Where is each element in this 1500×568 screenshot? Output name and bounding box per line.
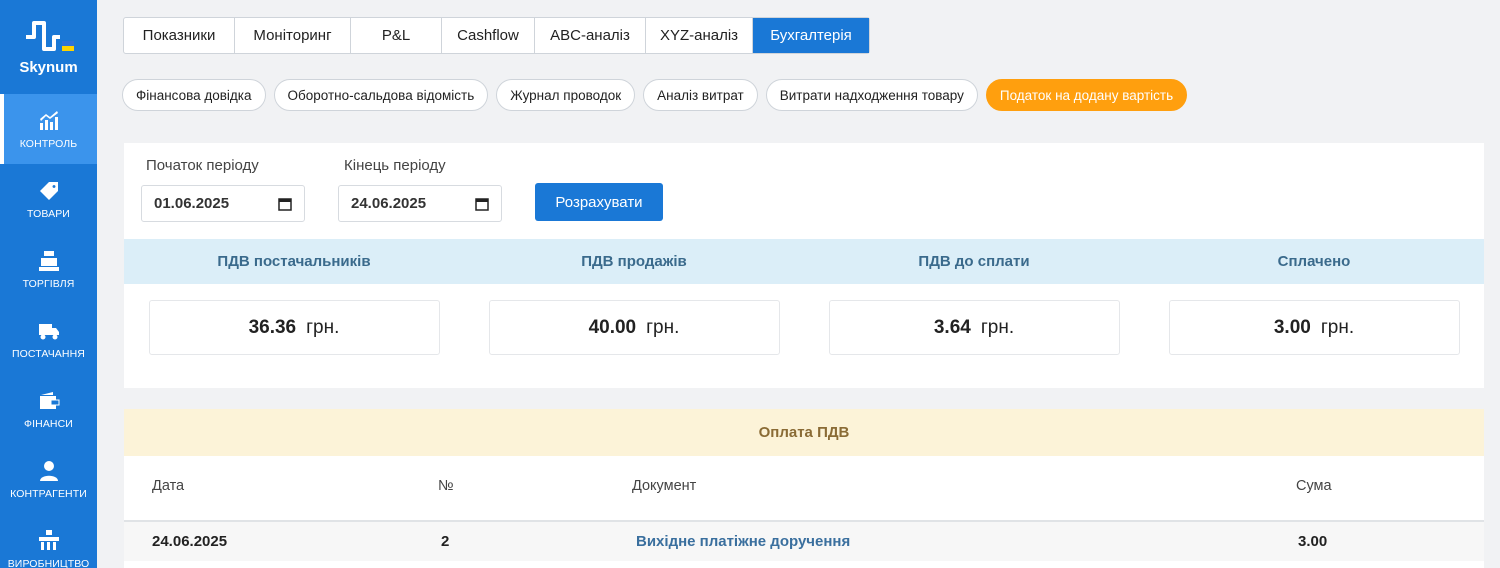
subtab-goods-receipt-costs[interactable]: Витрати надходження товару (765, 79, 978, 111)
sidebar-item-goods[interactable]: ТОВАРИ (0, 164, 97, 234)
vat-suppliers-value: 36.36 (248, 316, 297, 338)
sidebar-item-label: ФІНАНСИ (24, 417, 73, 430)
vat-payable-value: 3.64 (933, 316, 971, 338)
row-number: 2 (441, 533, 450, 550)
sidebar-item-production[interactable]: ВИРОБНИЦТВО (0, 514, 97, 568)
sidebar-item-label: ВИРОБНИЦТВО (7, 557, 90, 568)
tab-xyz-analysis[interactable]: XYZ-аналіз (646, 18, 753, 53)
column-header-document: Документ (632, 478, 697, 494)
sidebar-item-label: КОНТРАГЕНТИ (10, 487, 87, 500)
tab-abc-analysis[interactable]: ABC-аналіз (535, 18, 646, 53)
column-header-number: № (438, 478, 454, 494)
period-start-label: Початок періоду (146, 157, 259, 174)
sidebar-item-trade[interactable]: ТОРГІВЛЯ (0, 234, 97, 304)
tab-accounting[interactable]: Бухгалтерія (753, 18, 869, 53)
vat-payable-box: 3.64 грн. (828, 300, 1120, 355)
currency-label: грн. (646, 316, 680, 338)
currency-label: грн. (1320, 316, 1355, 338)
column-header-date: Дата (152, 478, 185, 494)
cash-register-icon (38, 250, 59, 271)
period-start-value: 01.06.2025 (154, 195, 230, 212)
tab-indicators[interactable]: Показники (124, 18, 235, 53)
sidebar-item-label: ТОРГІВЛЯ (22, 277, 75, 290)
period-end-value: 24.06.2025 (351, 195, 427, 212)
tag-icon (39, 181, 58, 200)
period-end-input[interactable]: 24.06.2025 (338, 185, 502, 222)
sidebar-item-finance[interactable]: ФІНАНСИ (0, 374, 97, 444)
currency-label: грн. (306, 316, 340, 338)
main-tabs: Показники Моніторинг P&L Cashflow ABC-ан… (123, 17, 870, 54)
table-row: 24.06.2025 2 Вихідне платіжне доручення … (124, 520, 1484, 561)
vat-payable-title: ПДВ до сплати (918, 253, 1030, 270)
sidebar-item-control[interactable]: КОНТРОЛЬ (0, 94, 97, 164)
vat-payments-card: Оплата ПДВ Дата № Документ Сума 24.06.20… (124, 409, 1484, 568)
vat-paid-value: 3.00 (1273, 316, 1311, 338)
payments-table-header: Дата № Документ Сума (124, 478, 1484, 498)
sidebar-item-label: ТОВАРИ (27, 207, 70, 220)
sidebar: Skynum КОНТРОЛЬ ТОВАРИ ТОРГІВЛЯ ПОСТАЧАН… (0, 0, 97, 568)
vat-payments-title: Оплата ПДВ (124, 409, 1484, 456)
column-header-amount: Сума (1296, 478, 1332, 494)
vat-summary-header: ПДВ постачальників ПДВ продажів ПДВ до с… (124, 239, 1484, 284)
accounting-subtabs: Фінансова довідка Оборотно-сальдова відо… (122, 79, 1188, 111)
vat-paid-title: Сплачено (1277, 253, 1351, 270)
subtab-vat[interactable]: Податок на додану вартість (985, 79, 1188, 111)
vat-sales-title: ПДВ продажів (581, 253, 687, 270)
chart-icon (39, 110, 58, 130)
wallet-icon (39, 391, 59, 409)
tab-cashflow[interactable]: Cashflow (442, 18, 535, 53)
calendar-icon[interactable] (475, 197, 489, 211)
tab-pnl[interactable]: P&L (351, 18, 442, 53)
skynum-logo-icon (25, 20, 74, 51)
vat-suppliers-title: ПДВ постачальників (217, 253, 371, 270)
calculate-button[interactable]: Розрахувати (535, 183, 663, 221)
logo[interactable]: Skynum (0, 0, 97, 94)
vat-summary-card: Початок періоду 01.06.2025 Кінець період… (124, 143, 1484, 388)
truck-icon (38, 323, 59, 339)
period-end-label: Кінець періоду (344, 157, 446, 174)
brand-name: Skynum (19, 58, 78, 76)
subtab-journal[interactable]: Журнал проводок (496, 79, 636, 111)
subtab-cost-analysis[interactable]: Аналіз витрат (643, 79, 758, 111)
vat-paid-box: 3.00 грн. (1168, 300, 1460, 355)
user-icon (39, 460, 58, 481)
vat-sales-box: 40.00 грн. (488, 300, 780, 355)
subtab-trial-balance[interactable]: Оборотно-сальдова відомість (273, 79, 489, 111)
tab-monitoring[interactable]: Моніторинг (235, 18, 351, 53)
subtab-financial-report[interactable]: Фінансова довідка (122, 79, 266, 111)
vat-summary-values: 36.36 грн. 40.00 грн. 3.64 грн. 3.00 грн… (124, 300, 1484, 355)
calendar-icon[interactable] (278, 197, 292, 211)
sidebar-item-counterparties[interactable]: КОНТРАГЕНТИ (0, 444, 97, 514)
sidebar-item-supply[interactable]: ПОСТАЧАННЯ (0, 304, 97, 374)
period-start-input[interactable]: 01.06.2025 (141, 185, 305, 222)
vat-sales-value: 40.00 (588, 316, 637, 338)
currency-label: грн. (980, 316, 1015, 338)
factory-icon (38, 529, 59, 550)
vat-suppliers-box: 36.36 грн. (148, 300, 440, 355)
sidebar-item-label: КОНТРОЛЬ (19, 137, 78, 150)
sidebar-item-label: ПОСТАЧАННЯ (12, 347, 85, 360)
row-document-link[interactable]: Вихідне платіжне доручення (636, 533, 850, 550)
row-amount: 3.00 (1298, 533, 1328, 550)
row-date: 24.06.2025 (152, 533, 228, 550)
